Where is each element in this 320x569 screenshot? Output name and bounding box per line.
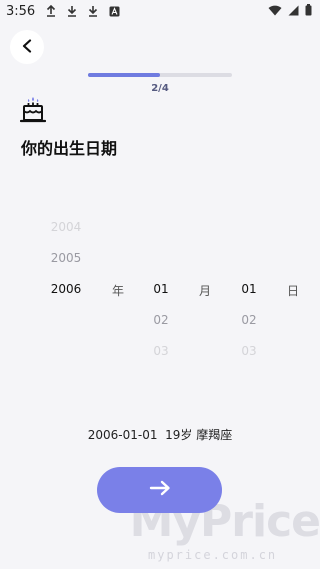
status-bar: 3:56 (0, 0, 320, 22)
download-icon (66, 5, 78, 17)
year-selected[interactable]: 2006 (40, 282, 92, 296)
upload-icon (45, 5, 57, 17)
step-indicator: 2/4 (151, 83, 169, 94)
chevron-left-icon (21, 38, 33, 57)
watermark-url: myprice.com.cn (148, 548, 278, 562)
download-icon (87, 5, 99, 17)
year-option[interactable]: 2005 (40, 251, 92, 265)
day-selected[interactable]: 01 (233, 282, 265, 296)
year-unit-label: 年 (111, 284, 124, 298)
font-app-icon (108, 5, 120, 17)
month-selected[interactable]: 01 (145, 282, 177, 296)
month-option[interactable]: 03 (145, 344, 177, 358)
birth-summary: 2006-01-01 19岁 摩羯座 (87, 428, 233, 442)
progress-fill (88, 73, 160, 77)
page-title: 你的出生日期 (21, 139, 118, 158)
day-unit-label: 日 (286, 284, 299, 298)
status-time: 3:56 (6, 3, 36, 19)
back-button[interactable] (10, 30, 44, 64)
day-option[interactable]: 03 (233, 344, 265, 358)
birthday-cake-icon (19, 96, 47, 128)
month-unit-label: 月 (198, 284, 211, 298)
progress-bar (88, 73, 232, 77)
signal-icon (288, 5, 299, 20)
arrow-right-icon (149, 480, 171, 500)
next-button[interactable] (97, 467, 222, 513)
year-option[interactable]: 2004 (40, 220, 92, 234)
battery-icon (305, 4, 312, 20)
day-option[interactable]: 02 (233, 313, 265, 327)
month-option[interactable]: 02 (145, 313, 177, 327)
wifi-icon (268, 5, 282, 20)
